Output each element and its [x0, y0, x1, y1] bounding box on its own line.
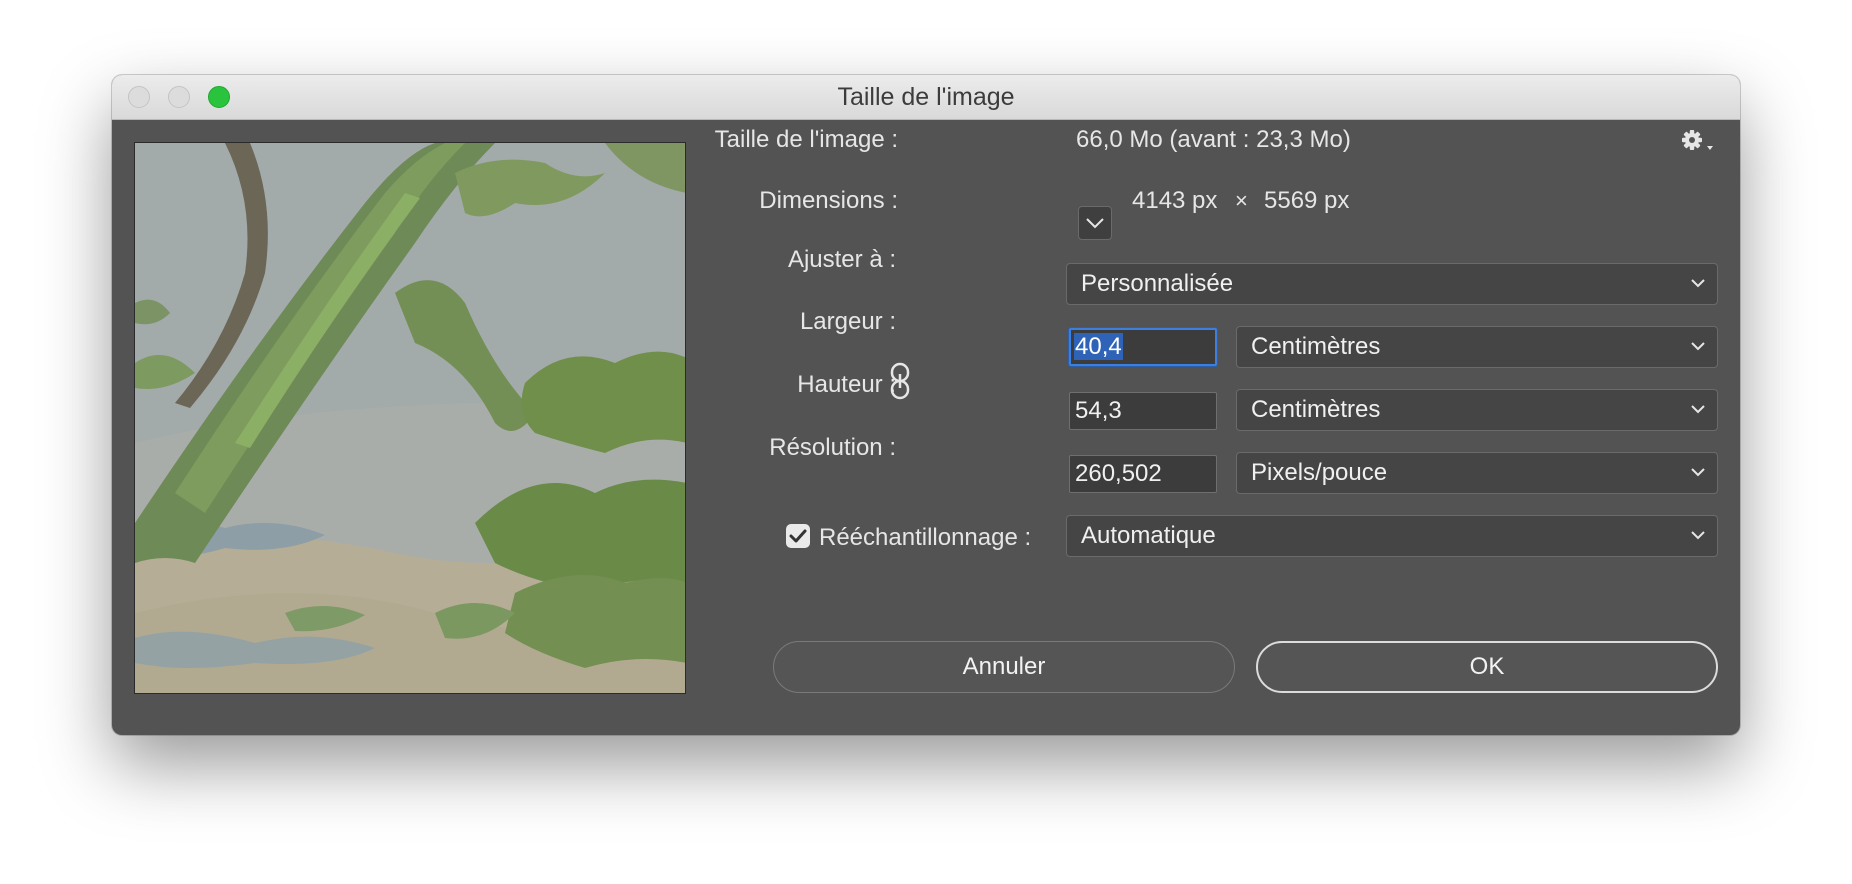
image-size-dialog: Taille de l'image Taille de l'image: 66… [112, 75, 1740, 735]
resolution-unit-value: Pixels/pouce [1251, 459, 1388, 486]
resample-method-select[interactable]: Automatique [1066, 515, 1718, 557]
pixel-width-value: 4143 px [1132, 187, 1218, 214]
preview-image [135, 143, 685, 693]
chevron-down-icon [1691, 279, 1705, 288]
checkmark-icon [789, 529, 807, 543]
ok-button[interactable]: OK [1256, 641, 1718, 693]
dimensions-unit-toggle[interactable] [1078, 206, 1112, 240]
resolution-input-value: 260,502 [1075, 460, 1162, 487]
fit-to-value: Personnalisée [1081, 270, 1234, 297]
dimensions-label: Dimensions : [759, 187, 898, 214]
height-input[interactable]: 54,3 [1069, 392, 1217, 430]
width-unit-value: Centimètres [1251, 333, 1381, 360]
cancel-button[interactable]: Annuler [773, 641, 1235, 693]
chevron-down-icon [1691, 405, 1705, 414]
image-size-value: 66,0 Mo (avant : 23,3 Mo) [1076, 126, 1351, 153]
height-input-value: 54,3 [1075, 397, 1122, 424]
chevron-down-icon [1691, 468, 1705, 477]
title-bar[interactable]: Taille de l'image [112, 75, 1740, 120]
window-title: Taille de l'image [837, 83, 1015, 111]
resample-method-value: Automatique [1081, 522, 1216, 549]
image-preview[interactable] [134, 142, 686, 694]
fit-to-label: Ajuster à : [787, 246, 896, 273]
resample-checkbox[interactable] [786, 524, 810, 548]
width-input[interactable]: 40,4 [1069, 328, 1217, 366]
height-unit-select[interactable]: Centimètres [1236, 389, 1718, 431]
image-size-label: Taille de l'image : [714, 126, 898, 153]
pixel-height-value: 5569 px [1264, 187, 1350, 214]
resolution-label: Résolution : [769, 434, 896, 461]
chevron-down-icon [1086, 218, 1104, 229]
times-sign: × [1235, 188, 1248, 213]
gear-icon[interactable] [1680, 127, 1716, 155]
resolution-input[interactable]: 260,502 [1069, 455, 1217, 493]
width-label: Largeur : [799, 308, 896, 335]
fit-to-select[interactable]: Personnalisée [1066, 263, 1718, 305]
width-input-value: 40,4 [1074, 333, 1123, 360]
resolution-unit-select[interactable]: Pixels/pouce [1236, 452, 1718, 494]
height-label: Hauteur : [797, 371, 896, 398]
chevron-down-icon [1691, 531, 1705, 540]
chevron-down-icon [1691, 342, 1705, 351]
resample-label: Rééchantillonnage : [819, 524, 1032, 551]
width-unit-select[interactable]: Centimètres [1236, 326, 1718, 368]
height-unit-value: Centimètres [1251, 396, 1381, 423]
